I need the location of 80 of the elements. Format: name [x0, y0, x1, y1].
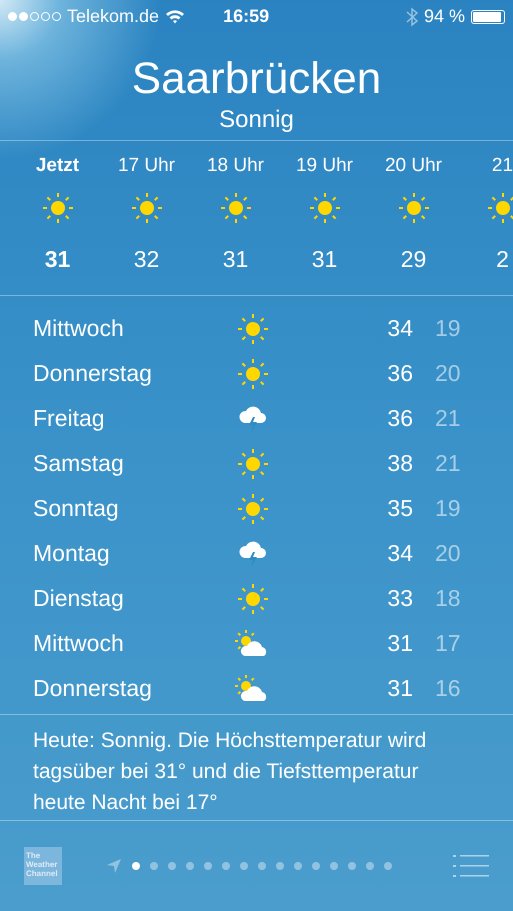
battery-percent: 94 %: [424, 6, 465, 27]
page-dot[interactable]: [258, 862, 266, 870]
weather-channel-logo[interactable]: The Weather Channel: [24, 847, 62, 885]
high-temperature: 31: [386, 675, 413, 702]
page-dot[interactable]: [312, 862, 320, 870]
weekday: Sonntag: [33, 495, 120, 522]
high-temperature: 36: [386, 405, 413, 432]
page-dot[interactable]: [132, 862, 140, 870]
low-temperature: 20: [434, 540, 462, 567]
carrier-name: Telekom.de: [67, 6, 160, 27]
page-dot[interactable]: [150, 862, 158, 870]
high-temperature: 31: [386, 630, 413, 657]
hour-label: 17 Uhr: [118, 155, 176, 177]
hour-temperature: 29: [400, 246, 426, 273]
low-temperature: 19: [434, 495, 462, 522]
weekday: Donnerstag: [33, 360, 153, 387]
weekday: Dienstag: [33, 585, 125, 612]
hour-temperature: 32: [134, 246, 160, 273]
page-dot[interactable]: [348, 862, 356, 870]
page-dot[interactable]: [384, 862, 392, 870]
page-dot[interactable]: [330, 862, 338, 870]
sun-icon: [130, 191, 164, 225]
location-arrow-icon[interactable]: [106, 858, 122, 874]
battery-icon: [471, 10, 505, 24]
high-temperature: 34: [386, 540, 413, 567]
weekday: Donnerstag: [33, 675, 153, 702]
forecast-summary: Heute: Sonnig. Die Höchsttemperatur wird tagsüber bei 31° und die Tiefsttemperatur heute Nacht bei 17°: [32, 728, 428, 816]
hour-temperature: 31: [44, 246, 70, 273]
low-temperature: 16: [434, 675, 462, 702]
city-name: Saarbrücken: [132, 53, 382, 105]
hour-temperature: 31: [222, 246, 248, 273]
hour-temperature: 31: [312, 246, 338, 273]
bluetooth-icon: [406, 6, 418, 26]
high-temperature: 36: [386, 360, 413, 387]
weekday: Mittwoch: [33, 315, 125, 342]
low-temperature: 18: [434, 585, 462, 612]
page-dot[interactable]: [240, 862, 248, 870]
page-dot[interactable]: [294, 862, 302, 870]
sun-icon: [40, 191, 74, 225]
weather-condition: Sonnig: [219, 105, 294, 135]
page-dot[interactable]: [186, 862, 194, 870]
weekday: Freitag: [33, 405, 106, 432]
weekday: Montag: [33, 540, 111, 567]
low-temperature: 21: [434, 450, 462, 477]
hour-label: Jetzt: [36, 155, 80, 177]
sun-icon: [486, 191, 513, 225]
hour-label: 20 Uhr: [384, 155, 442, 177]
low-temperature: 20: [434, 360, 462, 387]
sun-icon: [308, 191, 342, 225]
low-temperature: 17: [434, 630, 462, 657]
thunderstorm-icon: [238, 404, 268, 432]
hour-label: 21: [492, 155, 513, 177]
thunderstorm-icon: [238, 540, 268, 568]
page-dot[interactable]: [168, 862, 176, 870]
sun-icon: [236, 492, 270, 526]
high-temperature: 35: [386, 495, 413, 522]
sun-icon: [236, 582, 270, 616]
page-dot[interactable]: [204, 862, 212, 870]
sun-icon: [236, 356, 270, 390]
page-dot[interactable]: [366, 862, 374, 870]
high-temperature: 38: [386, 450, 413, 477]
hour-label: 19 Uhr: [296, 155, 354, 177]
page-dot[interactable]: [222, 862, 230, 870]
low-temperature: 19: [434, 315, 462, 342]
weekday: Samstag: [33, 450, 125, 477]
hour-temperature: 2: [496, 246, 509, 273]
list-icon[interactable]: [453, 853, 489, 879]
high-temperature: 34: [386, 315, 413, 342]
sun-icon: [218, 191, 252, 225]
page-dot[interactable]: [276, 862, 284, 870]
low-temperature: 21: [434, 405, 462, 432]
signal-icon: [8, 12, 61, 21]
sun-icon: [236, 312, 270, 346]
high-temperature: 33: [386, 585, 413, 612]
weekday: Mittwoch: [33, 630, 125, 657]
clock-time: 16:59: [223, 6, 270, 27]
sun-icon: [236, 446, 270, 480]
wifi-icon: [165, 9, 186, 24]
hour-label: 18 Uhr: [206, 155, 264, 177]
sun-icon: [396, 191, 430, 225]
